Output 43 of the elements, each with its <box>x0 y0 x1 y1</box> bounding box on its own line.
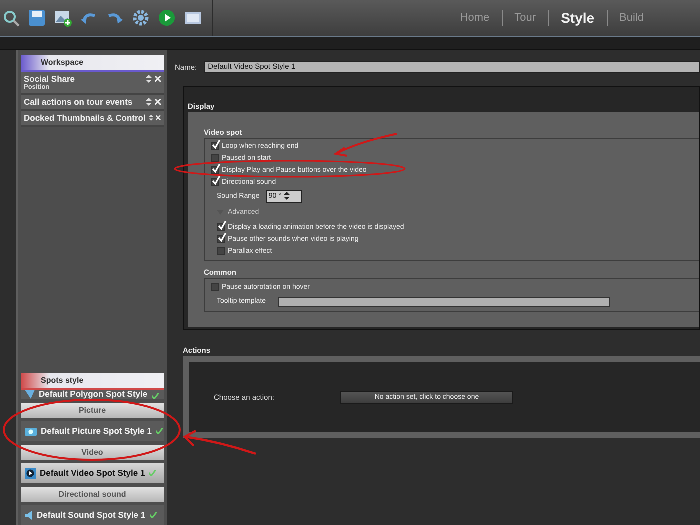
tooltip-template-field[interactable] <box>278 296 610 306</box>
spot-style-item[interactable]: Default Picture Spot Style 1 <box>21 421 164 441</box>
checkbox[interactable] <box>211 154 219 162</box>
close-icon[interactable] <box>155 99 161 105</box>
checkmark-icon <box>152 393 159 399</box>
annotation-arrow <box>333 133 398 157</box>
play-icon[interactable] <box>158 9 176 27</box>
spot-style-item[interactable]: Default Video Spot Style 1 <box>21 463 164 483</box>
checkmark-icon <box>150 512 157 518</box>
checkmark-icon <box>149 470 156 476</box>
section-header[interactable]: Workspace <box>21 55 164 72</box>
speaker-icon <box>25 510 33 520</box>
checkbox[interactable] <box>217 247 225 255</box>
category-header[interactable]: Directional sound <box>21 487 164 502</box>
checkbox[interactable] <box>211 166 219 174</box>
panel-title: Social Share <box>24 74 76 84</box>
save-icon[interactable] <box>28 9 46 27</box>
spinner-arrows-icon[interactable] <box>284 192 290 200</box>
section-header[interactable]: Spots style <box>21 373 164 390</box>
play-icon <box>25 468 36 478</box>
checkmark-icon <box>156 428 163 434</box>
spot-style-item[interactable]: Default Polygon Spot Style <box>21 390 164 399</box>
checkbox[interactable] <box>211 178 219 186</box>
nav-tab[interactable]: Style <box>549 10 607 26</box>
checkbox[interactable] <box>217 223 225 231</box>
close-icon[interactable] <box>156 115 161 121</box>
panel-title: Docked Thumbnails & Control <box>24 113 146 123</box>
close-icon[interactable] <box>155 76 161 82</box>
checkbox[interactable] <box>211 142 219 150</box>
workspace-panel[interactable]: Docked Thumbnails & Control <box>21 111 164 127</box>
sort-arrows-icon[interactable] <box>146 75 152 83</box>
category-header[interactable]: Picture <box>21 403 164 418</box>
checkbox[interactable] <box>217 235 225 243</box>
sort-arrows-icon[interactable] <box>148 114 154 122</box>
sort-arrows-icon[interactable] <box>146 98 152 106</box>
panel-title: Call actions on tour events <box>24 97 134 107</box>
add-image-icon[interactable] <box>54 9 72 27</box>
settings-icon[interactable] <box>132 9 150 27</box>
camera-icon <box>25 426 37 436</box>
spot-style-item[interactable]: Default Sound Spot Style 1 <box>21 505 164 525</box>
checkbox[interactable] <box>211 283 219 291</box>
workspace-panel[interactable]: Call actions on tour events <box>21 95 164 111</box>
folder-image-icon[interactable] <box>184 9 202 27</box>
